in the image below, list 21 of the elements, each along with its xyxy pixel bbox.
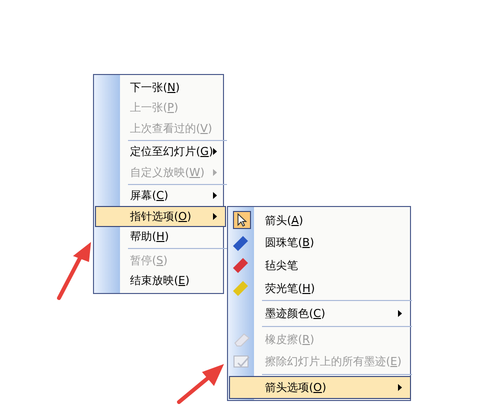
clear-slide-icon <box>233 354 251 370</box>
submenu-arrow-icon <box>213 192 218 200</box>
submenu-arrow-icon <box>213 148 218 156</box>
menu-item[interactable]: 圆珠笔(B) <box>229 232 411 254</box>
menu-item[interactable]: 墨迹颜色(C) <box>229 302 411 325</box>
menu-item[interactable]: 定位至幻灯片(G) <box>95 142 226 162</box>
menu-item[interactable]: 毡尖笔 <box>229 254 411 277</box>
submenu-arrow-icon <box>213 168 218 176</box>
menu-item[interactable]: 指针选项(O) <box>95 206 226 226</box>
annotation-arrow <box>176 362 226 404</box>
menu-item[interactable]: 屏幕(C) <box>95 186 226 206</box>
submenu-arrow-icon <box>213 212 218 220</box>
menu-item[interactable]: 帮助(H) <box>95 226 226 247</box>
menu-item[interactable]: 箭头选项(O) <box>229 376 411 399</box>
menu-item[interactable]: 下一张(N) <box>95 77 226 98</box>
menu-item[interactable]: 结束放映(E) <box>95 270 226 291</box>
submenu-arrow-icon <box>398 310 402 318</box>
menu-item[interactable]: 荧光笔(H) <box>229 276 411 300</box>
eraser-icon <box>233 331 251 348</box>
menu-item[interactable]: 箭头(A) <box>229 209 411 232</box>
submenu-arrow-icon <box>398 384 402 391</box>
